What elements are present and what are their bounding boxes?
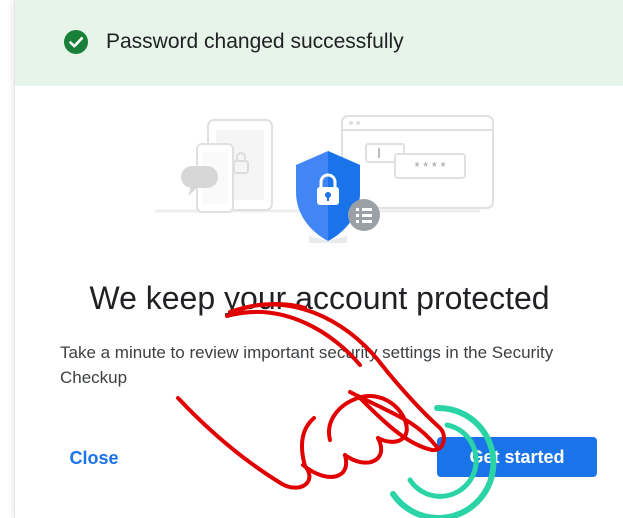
banner-message: Password changed successfully [106,30,404,53]
check-circle-icon [64,30,88,54]
security-shield-illustration: * * * * [155,115,494,243]
security-checkup-card: Password changed successfully * * * * We… [14,0,623,518]
get-started-button[interactable]: Get started [437,437,597,477]
password-mask: * * * * [414,159,445,174]
close-button[interactable]: Close [49,438,139,478]
chat-bubble-icon [181,166,218,188]
success-banner: Password changed successfully [15,0,623,86]
dialog-title: We keep your account protected [89,280,550,316]
dialog-description: Take a minute to review important securi… [60,343,554,387]
